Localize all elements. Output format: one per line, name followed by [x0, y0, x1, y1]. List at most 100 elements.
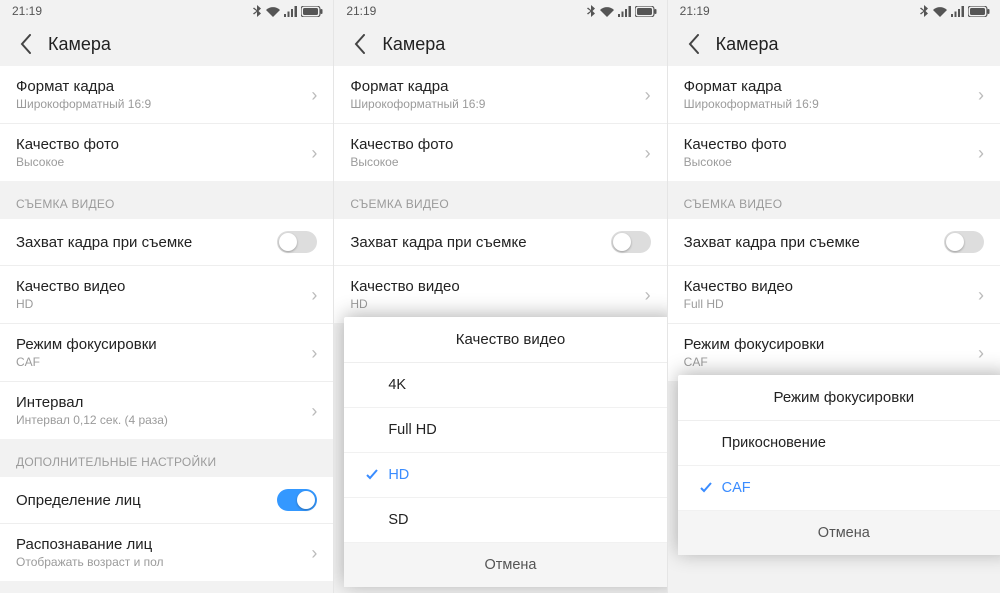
row-sublabel: Широкоформатный 16:9: [684, 97, 819, 111]
battery-icon: [635, 6, 657, 17]
row-sublabel: CAF: [16, 355, 157, 369]
row-frame-format[interactable]: Формат кадра Широкоформатный 16:9 ›: [334, 66, 666, 123]
sheet-cancel[interactable]: Отмена: [344, 543, 666, 587]
page-title: Камера: [48, 34, 111, 55]
option-fullhd[interactable]: Full HD: [344, 408, 666, 453]
status-bar: 21:19: [0, 0, 333, 22]
option-caf[interactable]: CAF: [678, 466, 1000, 511]
row-label: Захват кадра при съемке: [684, 234, 860, 251]
row-label: Формат кадра: [684, 78, 819, 95]
back-button[interactable]: [342, 26, 378, 62]
row-frame-format[interactable]: Формат кадра Широкоформатный 16:9 ›: [0, 66, 333, 123]
chevron-right-icon: ›: [311, 344, 317, 362]
check-icon: [700, 482, 714, 494]
row-photo-quality[interactable]: Качество фото Высокое ›: [0, 123, 333, 181]
row-photo-quality[interactable]: Качество фото Высокое ›: [334, 123, 666, 181]
row-video-quality[interactable]: Качество видео HD ›: [334, 265, 666, 323]
row-photo-quality[interactable]: Качество фото Высокое ›: [668, 123, 1000, 181]
page-title: Камера: [382, 34, 445, 55]
row-frame-capture[interactable]: Захват кадра при съемке: [668, 219, 1000, 265]
signal-icon: [951, 6, 964, 17]
back-button[interactable]: [676, 26, 712, 62]
page-title: Камера: [716, 34, 779, 55]
check-icon: [366, 469, 380, 481]
row-video-quality[interactable]: Качество видео HD ›: [0, 265, 333, 323]
bluetooth-icon: [587, 5, 596, 17]
bluetooth-icon: [253, 5, 262, 17]
row-sublabel: HD: [350, 297, 459, 311]
status-time: 21:19: [12, 4, 42, 18]
status-bar: 21:19: [334, 0, 666, 22]
row-label: Качество фото: [16, 136, 119, 153]
bluetooth-icon: [920, 5, 929, 17]
row-sublabel: Широкоформатный 16:9: [16, 97, 151, 111]
chevron-right-icon: ›: [645, 286, 651, 304]
signal-icon: [284, 6, 297, 17]
row-sublabel: Отображать возраст и пол: [16, 555, 164, 569]
row-label: Формат кадра: [16, 78, 151, 95]
panel-2: 21:19 Камера Формат кадра Широкоформатны…: [333, 0, 666, 593]
toggle-frame-capture[interactable]: [611, 231, 651, 253]
row-face-detection[interactable]: Определение лиц: [0, 477, 333, 523]
option-label: Прикосновение: [722, 435, 826, 451]
option-sd[interactable]: SD: [344, 498, 666, 543]
row-label: Формат кадра: [350, 78, 485, 95]
row-focus-mode[interactable]: Режим фокусировки CAF ›: [668, 323, 1000, 381]
battery-icon: [301, 6, 323, 17]
page-header: Камера: [0, 22, 333, 66]
row-sublabel: HD: [16, 297, 125, 311]
option-label: SD: [388, 512, 408, 528]
toggle-frame-capture[interactable]: [277, 231, 317, 253]
chevron-right-icon: ›: [978, 86, 984, 104]
chevron-right-icon: ›: [978, 144, 984, 162]
wifi-icon: [600, 6, 614, 17]
row-label: Режим фокусировки: [684, 336, 825, 353]
sheet-title: Качество видео: [344, 317, 666, 363]
row-sublabel: Высокое: [16, 155, 119, 169]
chevron-right-icon: ›: [645, 86, 651, 104]
row-label: Качество фото: [350, 136, 453, 153]
row-label: Качество видео: [684, 278, 793, 295]
row-frame-capture[interactable]: Захват кадра при съемке: [334, 219, 666, 265]
row-interval[interactable]: Интервал Интервал 0,12 сек. (4 раза) ›: [0, 381, 333, 439]
row-video-quality[interactable]: Качество видео Full HD ›: [668, 265, 1000, 323]
toggle-face-detection[interactable]: [277, 489, 317, 511]
option-hd[interactable]: HD: [344, 453, 666, 498]
section-header-video: СЪЕМКА ВИДЕО: [334, 181, 666, 219]
row-sublabel: Full HD: [684, 297, 793, 311]
chevron-right-icon: ›: [311, 144, 317, 162]
chevron-left-icon: [20, 34, 32, 54]
row-frame-format[interactable]: Формат кадра Широкоформатный 16:9 ›: [668, 66, 1000, 123]
status-icons: [920, 5, 990, 17]
status-icons: [587, 5, 657, 17]
section-header-video: СЪЕМКА ВИДЕО: [0, 181, 333, 219]
chevron-right-icon: ›: [311, 86, 317, 104]
row-face-recognition[interactable]: Распознавание лиц Отображать возраст и п…: [0, 523, 333, 581]
status-icons: [253, 5, 323, 17]
status-time: 21:19: [680, 4, 710, 18]
section-header-extra: ДОПОЛНИТЕЛЬНЫЕ НАСТРОЙКИ: [0, 439, 333, 477]
row-label: Качество видео: [16, 278, 125, 295]
row-sublabel: Широкоформатный 16:9: [350, 97, 485, 111]
battery-icon: [968, 6, 990, 17]
option-4k[interactable]: 4K: [344, 363, 666, 408]
chevron-right-icon: ›: [978, 286, 984, 304]
option-touch[interactable]: Прикосновение: [678, 421, 1000, 466]
sheet-video-quality: Качество видео 4K Full HD HD SD Отмена: [344, 317, 666, 587]
toggle-frame-capture[interactable]: [944, 231, 984, 253]
section-header-video: СЪЕМКА ВИДЕО: [668, 181, 1000, 219]
row-focus-mode[interactable]: Режим фокусировки CAF ›: [0, 323, 333, 381]
wifi-icon: [266, 6, 280, 17]
chevron-left-icon: [688, 34, 700, 54]
status-bar: 21:19: [668, 0, 1000, 22]
row-label: Режим фокусировки: [16, 336, 157, 353]
back-button[interactable]: [8, 26, 44, 62]
row-label: Интервал: [16, 394, 168, 411]
panel-3: 21:19 Камера Формат кадра Широкоформатны…: [667, 0, 1000, 593]
sheet-title: Режим фокусировки: [678, 375, 1000, 421]
row-frame-capture[interactable]: Захват кадра при съемке: [0, 219, 333, 265]
status-time: 21:19: [346, 4, 376, 18]
sheet-cancel[interactable]: Отмена: [678, 511, 1000, 555]
wifi-icon: [933, 6, 947, 17]
option-label: 4K: [388, 377, 406, 393]
